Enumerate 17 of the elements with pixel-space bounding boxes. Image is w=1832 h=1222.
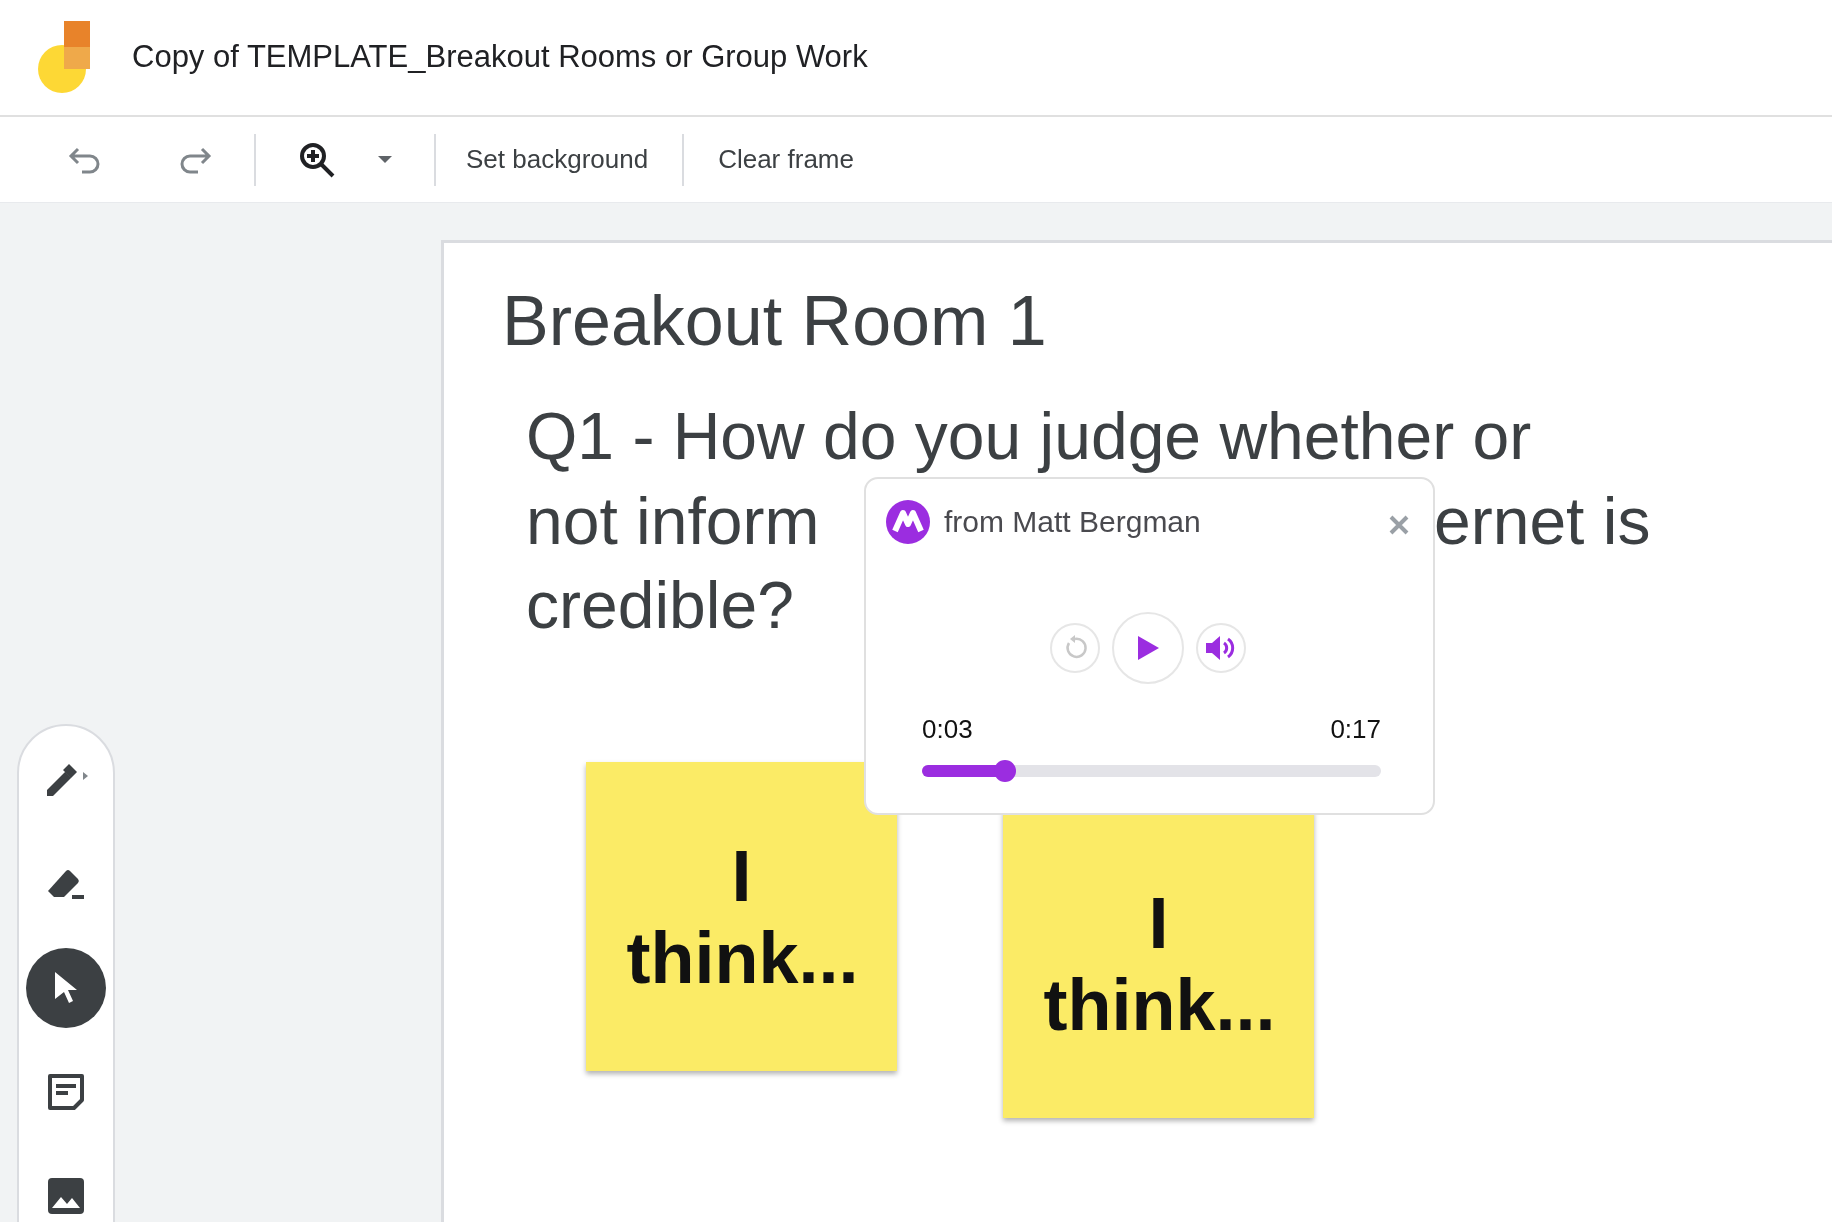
app-logo-icon — [38, 20, 90, 95]
question-text: ernet is — [1434, 488, 1651, 554]
document-title: Copy of TEMPLATE_Breakout Rooms or Group Work — [132, 38, 868, 77]
slider-thumb[interactable] — [993, 760, 1016, 782]
question-text: not inform — [526, 488, 820, 554]
question-text: credible? — [526, 572, 794, 638]
volume-icon[interactable] — [1195, 623, 1246, 673]
frame-title: Breakout Room 1 — [502, 281, 1047, 362]
sticky-note-text: I think... — [1043, 881, 1274, 1046]
duration-time: 0:17 — [1330, 713, 1381, 746]
set-background-button[interactable]: Set background — [466, 134, 649, 185]
play-icon — [1135, 635, 1160, 661]
sticky-note-text: I think... — [626, 834, 857, 999]
sender-logo-icon — [886, 499, 930, 544]
elapsed-time: 0:03 — [922, 713, 973, 746]
sender-name: from Matt Bergman — [944, 504, 1201, 540]
clear-frame-button[interactable]: Clear frame — [718, 134, 854, 185]
